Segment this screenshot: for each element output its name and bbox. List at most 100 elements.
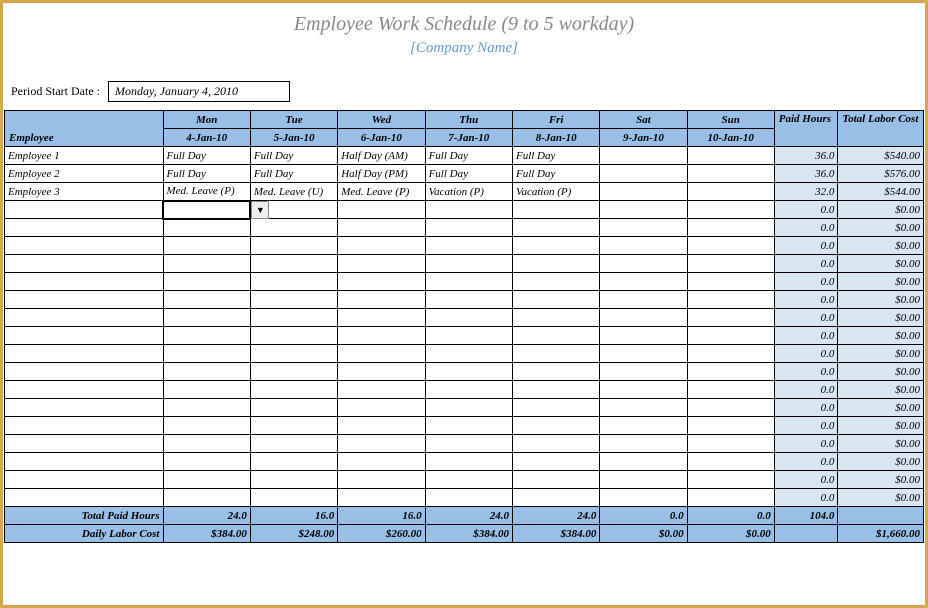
schedule-cell[interactable] xyxy=(687,399,774,417)
schedule-cell[interactable] xyxy=(512,363,599,381)
employee-cell[interactable] xyxy=(5,309,164,327)
schedule-cell[interactable] xyxy=(338,237,425,255)
schedule-cell[interactable] xyxy=(512,345,599,363)
employee-cell[interactable] xyxy=(5,489,164,507)
schedule-cell[interactable] xyxy=(600,471,687,489)
schedule-cell[interactable] xyxy=(687,435,774,453)
schedule-cell[interactable] xyxy=(163,399,250,417)
schedule-cell[interactable]: ▼ xyxy=(163,201,250,219)
schedule-cell[interactable] xyxy=(163,255,250,273)
schedule-cell[interactable] xyxy=(163,309,250,327)
schedule-cell[interactable] xyxy=(600,381,687,399)
schedule-cell[interactable]: Full Day xyxy=(425,147,512,165)
schedule-cell[interactable] xyxy=(512,381,599,399)
schedule-cell[interactable] xyxy=(512,273,599,291)
schedule-cell[interactable] xyxy=(600,183,687,201)
schedule-cell[interactable] xyxy=(425,417,512,435)
schedule-cell[interactable] xyxy=(600,345,687,363)
schedule-cell[interactable] xyxy=(250,399,337,417)
schedule-cell[interactable] xyxy=(600,165,687,183)
schedule-cell[interactable] xyxy=(250,273,337,291)
employee-cell[interactable] xyxy=(5,327,164,345)
schedule-cell[interactable] xyxy=(250,471,337,489)
schedule-cell[interactable] xyxy=(687,255,774,273)
schedule-cell[interactable]: Vacation (P) xyxy=(425,183,512,201)
employee-cell[interactable] xyxy=(5,273,164,291)
schedule-cell[interactable] xyxy=(512,471,599,489)
schedule-cell[interactable] xyxy=(512,399,599,417)
schedule-cell[interactable] xyxy=(338,201,425,219)
schedule-cell[interactable] xyxy=(600,327,687,345)
schedule-cell[interactable] xyxy=(338,345,425,363)
schedule-cell[interactable] xyxy=(687,453,774,471)
schedule-cell[interactable] xyxy=(163,273,250,291)
schedule-cell[interactable] xyxy=(163,327,250,345)
schedule-cell[interactable] xyxy=(425,363,512,381)
schedule-cell[interactable] xyxy=(425,471,512,489)
schedule-cell[interactable] xyxy=(338,381,425,399)
schedule-cell[interactable] xyxy=(687,183,774,201)
employee-cell[interactable] xyxy=(5,453,164,471)
schedule-cell[interactable] xyxy=(338,309,425,327)
schedule-cell[interactable] xyxy=(600,489,687,507)
schedule-cell[interactable] xyxy=(687,309,774,327)
schedule-cell[interactable]: Med. Leave (P) xyxy=(163,183,250,201)
schedule-cell[interactable] xyxy=(512,435,599,453)
schedule-cell[interactable] xyxy=(338,363,425,381)
schedule-cell[interactable] xyxy=(600,147,687,165)
schedule-cell[interactable] xyxy=(687,471,774,489)
schedule-cell[interactable]: Half Day (PM) xyxy=(338,165,425,183)
schedule-cell[interactable] xyxy=(687,363,774,381)
schedule-cell[interactable]: Full Day xyxy=(250,165,337,183)
schedule-cell[interactable] xyxy=(425,435,512,453)
schedule-cell[interactable] xyxy=(250,435,337,453)
schedule-cell[interactable] xyxy=(600,237,687,255)
period-start-input[interactable] xyxy=(108,81,290,102)
schedule-cell[interactable] xyxy=(600,399,687,417)
schedule-cell[interactable] xyxy=(512,327,599,345)
employee-cell[interactable] xyxy=(5,345,164,363)
schedule-cell[interactable] xyxy=(338,255,425,273)
schedule-cell[interactable] xyxy=(163,237,250,255)
schedule-cell[interactable] xyxy=(600,363,687,381)
schedule-cell[interactable]: Full Day xyxy=(163,165,250,183)
schedule-cell[interactable] xyxy=(687,147,774,165)
schedule-cell[interactable] xyxy=(250,255,337,273)
schedule-cell[interactable] xyxy=(687,237,774,255)
schedule-cell[interactable] xyxy=(425,399,512,417)
employee-cell[interactable]: Employee 2 xyxy=(5,165,164,183)
schedule-cell[interactable] xyxy=(512,417,599,435)
employee-cell[interactable] xyxy=(5,201,164,219)
employee-cell[interactable] xyxy=(5,237,164,255)
schedule-cell[interactable] xyxy=(425,489,512,507)
employee-cell[interactable] xyxy=(5,255,164,273)
schedule-cell[interactable] xyxy=(163,345,250,363)
schedule-cell[interactable]: Full Day xyxy=(250,147,337,165)
schedule-cell[interactable] xyxy=(163,291,250,309)
schedule-cell[interactable] xyxy=(338,453,425,471)
employee-cell[interactable] xyxy=(5,471,164,489)
employee-cell[interactable] xyxy=(5,381,164,399)
employee-cell[interactable] xyxy=(5,435,164,453)
schedule-cell[interactable] xyxy=(600,219,687,237)
schedule-cell[interactable] xyxy=(163,381,250,399)
schedule-cell[interactable] xyxy=(250,237,337,255)
schedule-cell[interactable] xyxy=(512,219,599,237)
schedule-cell[interactable] xyxy=(250,417,337,435)
employee-cell[interactable] xyxy=(5,399,164,417)
schedule-cell[interactable] xyxy=(425,345,512,363)
schedule-cell[interactable] xyxy=(425,255,512,273)
schedule-cell[interactable] xyxy=(250,309,337,327)
schedule-cell[interactable] xyxy=(163,471,250,489)
schedule-cell[interactable] xyxy=(600,255,687,273)
schedule-cell[interactable] xyxy=(687,381,774,399)
schedule-cell[interactable]: Full Day xyxy=(163,147,250,165)
schedule-cell[interactable] xyxy=(338,435,425,453)
schedule-cell[interactable] xyxy=(687,327,774,345)
schedule-cell[interactable] xyxy=(600,453,687,471)
schedule-cell[interactable] xyxy=(512,489,599,507)
schedule-cell[interactable] xyxy=(687,489,774,507)
schedule-cell[interactable]: Full Day xyxy=(425,165,512,183)
schedule-cell[interactable] xyxy=(512,309,599,327)
schedule-cell[interactable] xyxy=(512,237,599,255)
